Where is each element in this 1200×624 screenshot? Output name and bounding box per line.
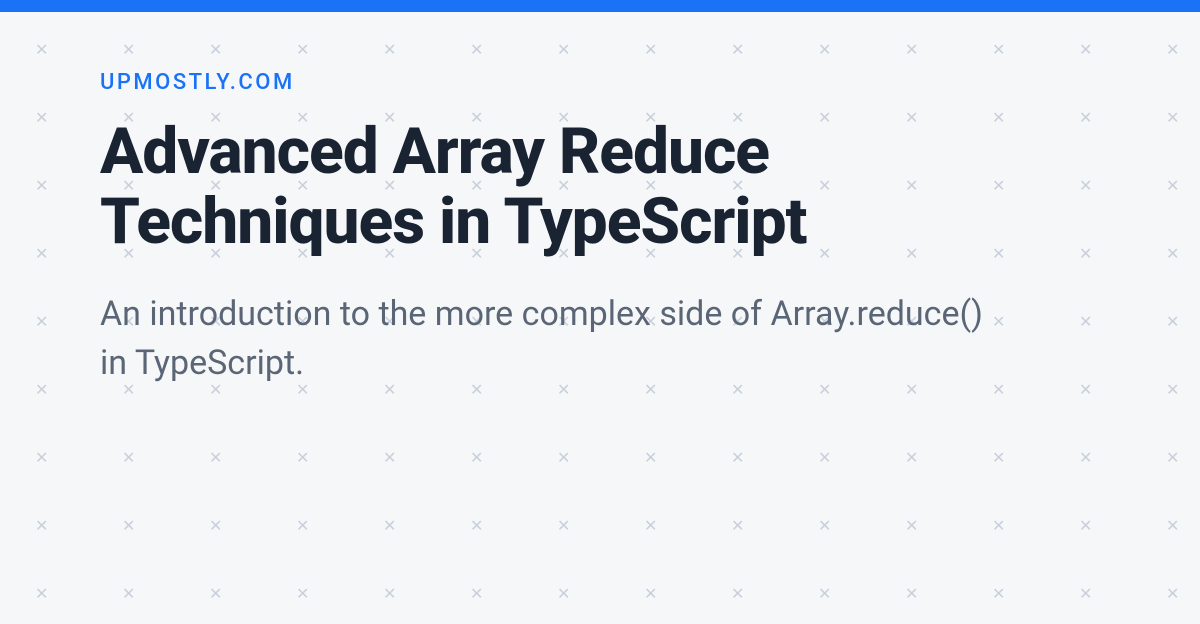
site-name-label: UPMOSTLY.COM — [100, 70, 1100, 95]
article-subtitle: An introduction to the more complex side… — [100, 290, 1000, 389]
top-accent-bar — [0, 0, 1200, 12]
content-container: UPMOSTLY.COM Advanced Array Reduce Techn… — [0, 0, 1200, 388]
article-title: Advanced Array Reduce Techniques in Type… — [100, 117, 1100, 258]
